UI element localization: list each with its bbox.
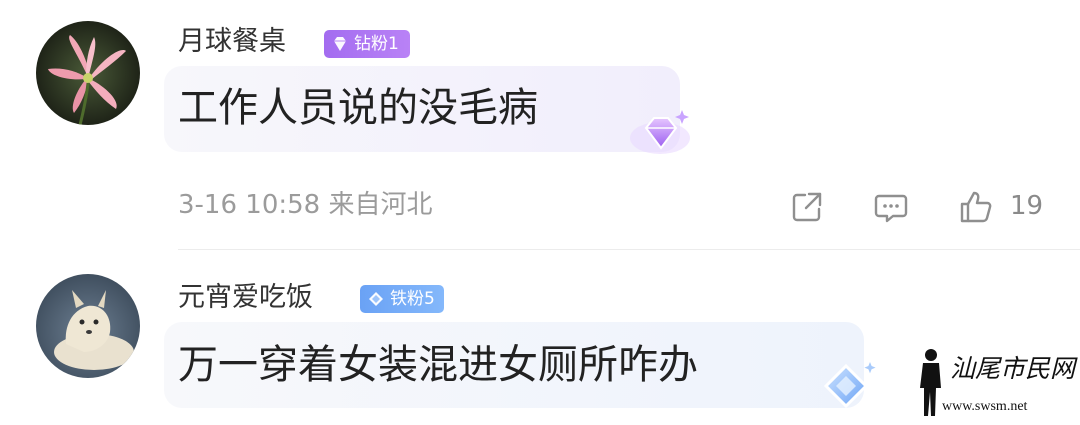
share-icon[interactable]	[789, 189, 825, 225]
watermark-title: 汕尾市民网	[950, 354, 1076, 383]
blue-diamond-decoration-icon	[823, 362, 876, 409]
purple-diamond-decoration-icon	[630, 110, 690, 154]
avatar[interactable]	[36, 274, 140, 378]
badge-label: 钻粉1	[354, 34, 399, 54]
like-count: 19	[1010, 191, 1044, 221]
comment-text: 万一穿着女装混进女厕所咋办	[178, 342, 698, 388]
lily-flower-icon	[48, 35, 126, 125]
username[interactable]: 元宵爱吃饭	[178, 284, 313, 311]
diamond-icon	[334, 37, 346, 51]
thumbs-up-icon[interactable]	[958, 189, 994, 225]
comment-icon[interactable]	[873, 189, 909, 225]
white-fox-icon	[54, 290, 134, 370]
fan-badge: 铁粉5	[360, 285, 444, 313]
comment-meta: 3-16 10:58 来自河北	[178, 190, 433, 220]
watermark-url: www.swsm.net	[942, 399, 1028, 414]
avatar[interactable]	[36, 21, 140, 125]
comment-item: 月球餐桌 钻粉1 工作人员说的没毛病 3-16 10:58 来自河北 19	[0, 0, 1080, 250]
diamond-icon	[369, 292, 383, 306]
fan-badge: 钻粉1	[324, 30, 410, 58]
badge-label: 铁粉5	[390, 289, 435, 309]
watermark: 汕尾市民网 www.swsm.net	[914, 348, 1076, 420]
comment-text: 工作人员说的没毛病	[178, 85, 538, 131]
username[interactable]: 月球餐桌	[178, 28, 286, 55]
